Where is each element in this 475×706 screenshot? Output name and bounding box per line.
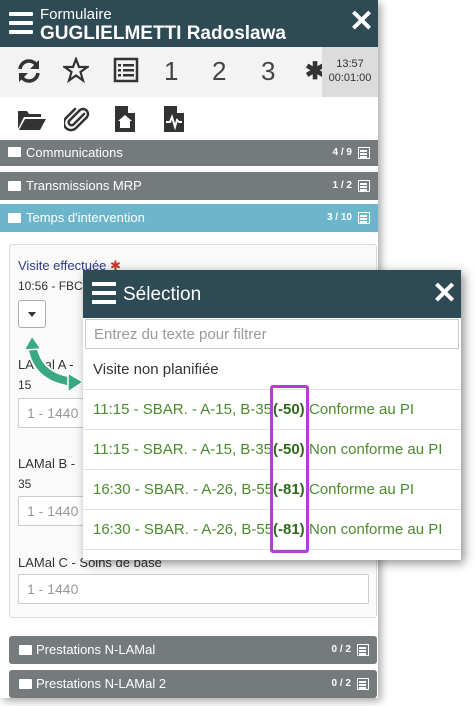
callout-arrow-icon (22, 336, 84, 394)
filter-input[interactable]: Entrez du texte pour filtrer (85, 319, 459, 349)
patient-name: GUGLIELMETTI Radoslawa (40, 23, 286, 44)
section-communications[interactable]: Communications 4 / 9 (0, 140, 378, 166)
close-icon[interactable]: ✕ (432, 279, 457, 309)
section-prestations-n-lamal-2[interactable]: Prestations N-LAMal 2 0 / 2 (9, 670, 377, 698)
paperclip-icon[interactable] (64, 106, 90, 134)
lamal-b-label: LAMal B - (18, 456, 76, 471)
section-label: Prestations N-LAMal 2 (36, 676, 167, 691)
menu-icon[interactable] (9, 12, 33, 34)
section-count: 0 / 2 (331, 678, 351, 689)
section-transmissions-mrp[interactable]: Transmissions MRP 1 / 2 (0, 172, 378, 200)
section-prestations-n-lamal[interactable]: Prestations N-LAMal 0 / 2 (9, 636, 377, 664)
page-2-button[interactable]: 2 (212, 56, 226, 87)
secondary-toolbar (0, 97, 378, 144)
section-count: 1 / 2 (332, 180, 352, 191)
current-time: 13:57 (336, 58, 364, 70)
folder-open-icon[interactable] (17, 108, 47, 132)
folder-icon (8, 181, 21, 191)
visit-value: 10:56 - FBC (18, 279, 83, 293)
toolbar: 1 2 3 ✱ 13:57 00:01:00 (0, 47, 378, 97)
section-count: 0 / 2 (331, 644, 351, 655)
folder-icon (19, 645, 32, 655)
document-home-icon[interactable] (114, 105, 136, 133)
list-icon (358, 212, 370, 224)
visit-dropdown-button[interactable] (18, 300, 46, 328)
menu-icon[interactable] (92, 282, 116, 304)
list-icon (357, 678, 369, 690)
page-3-button[interactable]: 3 (261, 56, 275, 87)
page-1-button[interactable]: 1 (164, 56, 178, 87)
highlight-box (270, 385, 309, 553)
lamal-a-input[interactable]: 1 - 1440 (18, 398, 88, 428)
list-icon (358, 180, 370, 192)
section-count: 4 / 9 (332, 147, 352, 158)
app-header: Formulaire GUGLIELMETTI Radoslawa ✕ (0, 0, 378, 47)
star-icon[interactable] (63, 57, 89, 83)
section-label: Prestations N-LAMal (36, 642, 156, 657)
section-label: Temps d'intervention (26, 210, 145, 225)
section-temps-intervention[interactable]: Temps d'intervention 3 / 10 (0, 204, 378, 232)
refresh-icon[interactable] (16, 57, 42, 85)
section-label: Transmissions MRP (26, 178, 142, 193)
folder-icon (8, 147, 21, 157)
document-pulse-icon[interactable] (163, 105, 185, 133)
section-label: Communications (26, 145, 123, 160)
clock: 13:57 00:01:00 (322, 47, 378, 97)
elapsed-time: 00:01:00 (328, 72, 372, 84)
dialog-title: Sélection (123, 284, 202, 305)
list-icon (357, 644, 369, 656)
lamal-c-input[interactable]: 1 - 1440 (18, 574, 369, 604)
list-icon[interactable] (113, 57, 139, 83)
lamal-b-input[interactable]: 1 - 1440 (18, 496, 88, 526)
lamal-b-value: 35 (18, 477, 32, 491)
option-unplanned-visit[interactable]: Visite non planifiée (83, 350, 461, 390)
list-icon (358, 147, 370, 159)
close-icon[interactable]: ✕ (349, 7, 374, 37)
dialog-header: Sélection ✕ (83, 270, 461, 318)
folder-open-icon (8, 213, 21, 223)
folder-icon (19, 679, 32, 689)
section-count: 3 / 10 (326, 212, 352, 223)
form-label: Formulaire (40, 6, 112, 23)
